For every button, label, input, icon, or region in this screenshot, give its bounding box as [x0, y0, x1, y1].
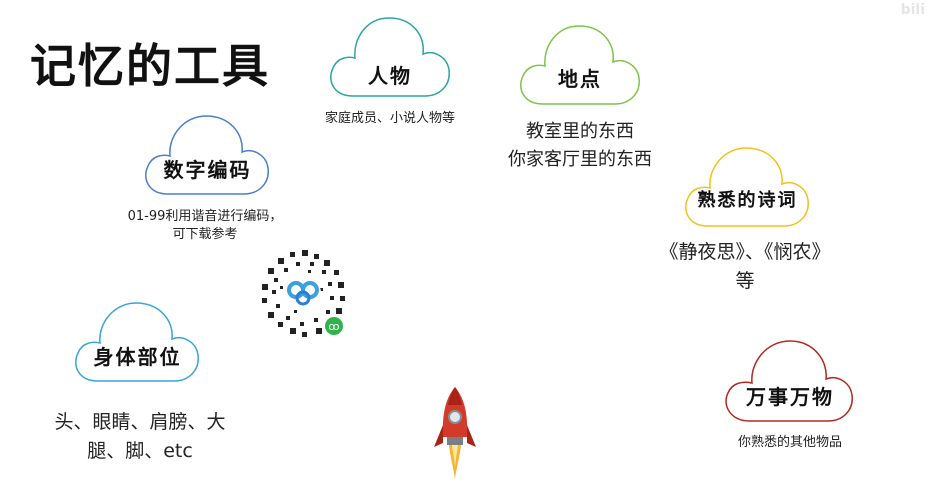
cloud-things: 万事万物 [720, 335, 860, 425]
watermark: bili [900, 2, 925, 18]
cloud-body-label: 身体部位 [93, 345, 182, 369]
poems-desc: 《静夜思》、《悯农》 等 [640, 238, 850, 296]
cloud-digits-label: 数字编码 [163, 158, 252, 182]
poems-desc-line-2: 等 [735, 270, 755, 292]
cloud-things-label: 万事万物 [746, 385, 834, 409]
svg-text:ꝏ: ꝏ [328, 320, 339, 333]
qr-code-icon[interactable]: ꝏ [250, 240, 356, 346]
cloud-people-label: 人物 [368, 64, 412, 88]
cloud-body-shape [75, 302, 199, 382]
things-desc: 你熟悉的其他物品 [737, 435, 842, 450]
body-desc-line-1: 头、眼睛、肩膀、大 [54, 411, 226, 433]
places-desc: 教室里的东西 你家客厅里的东西 [490, 118, 670, 174]
cloud-places-label: 地点 [558, 67, 602, 91]
cloud-poems: 熟悉的诗词 [680, 140, 815, 230]
cloud-body: 身体部位 [70, 295, 205, 385]
page-title: 记忆的工具 [30, 39, 270, 93]
rocket-icon [430, 385, 480, 485]
body-desc: 头、眼睛、肩膀、大 腿、脚、etc [40, 408, 240, 466]
cloud-poems-label: 熟悉的诗词 [697, 190, 798, 211]
digits-desc: 01-99利用谐音进行编码， 可下载参考 [110, 208, 300, 244]
cloud-digits: 数字编码 [140, 110, 275, 200]
people-desc: 家庭成员、小说人物等 [324, 111, 455, 126]
digits-desc-line-1: 01-99利用谐音进行编码， [127, 209, 283, 224]
cloud-places: 地点 [515, 20, 645, 110]
places-desc-line-2: 你家客厅里的东西 [508, 149, 652, 170]
places-desc-line-1: 教室里的东西 [526, 121, 634, 142]
body-desc-line-2: 腿、脚、etc [87, 440, 193, 462]
poems-desc-line-1: 《静夜思》、《悯农》 [659, 241, 831, 263]
cloud-poems-shape [685, 147, 809, 227]
cloud-things-shape [725, 340, 853, 422]
cloud-people: 人物 [325, 10, 455, 100]
